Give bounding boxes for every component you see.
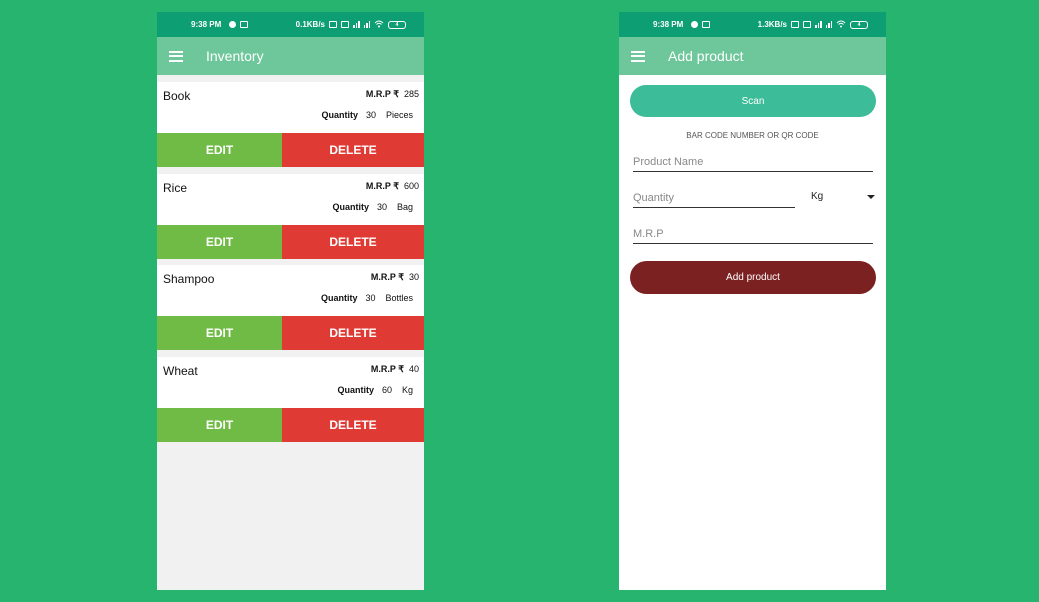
product-name: Rice xyxy=(163,181,188,195)
notification-icon xyxy=(240,21,249,28)
quantity-value: 60 xyxy=(381,385,392,395)
mrp-value: 600 xyxy=(403,181,419,191)
edit-button[interactable]: EDIT xyxy=(157,133,282,167)
quantity-value: 30 xyxy=(365,110,376,120)
product-card-body: Wheat M.R.P ₹ 40 Quantity 60 Kg xyxy=(157,357,424,408)
edit-button[interactable]: EDIT xyxy=(157,225,282,259)
product-mrp: M.R.P ₹ 285 xyxy=(366,89,419,100)
signal-icon-2 xyxy=(363,21,370,28)
product-card: Shampoo M.R.P ₹ 30 Quantity 30 Bottles EDIT… xyxy=(157,265,424,350)
unit-selected-value: Kg xyxy=(811,191,824,202)
product-mrp: M.R.P ₹ 30 xyxy=(371,272,419,283)
product-quantity: Quantity 30 Bag xyxy=(332,202,413,212)
quantity-label: Quantity xyxy=(321,110,358,120)
mrp-value: 285 xyxy=(403,89,419,99)
battery-icon: 4 xyxy=(388,20,406,29)
mrp-value: 40 xyxy=(408,364,419,374)
quantity-value: 30 xyxy=(365,293,376,303)
network-speed: 0.1KB/s xyxy=(295,20,325,29)
mrp-field[interactable]: M.R.P xyxy=(633,228,873,244)
status-bar: 9:38 PM 1.3KB/s 4 xyxy=(619,12,886,37)
add-product-button[interactable]: Add product xyxy=(630,261,876,294)
scan-button[interactable]: Scan xyxy=(630,85,876,117)
page-title: Inventory xyxy=(206,48,264,64)
quantity-label: Quantity xyxy=(337,385,374,395)
mrp-label: M.R.P ₹ xyxy=(370,364,404,374)
app-bar: Inventory xyxy=(157,37,424,75)
product-quantity: Quantity 30 Bottles xyxy=(321,293,413,303)
status-time: 9:38 PM xyxy=(191,20,222,29)
quantity-unit: Kg xyxy=(401,385,413,395)
network-speed: 1.3KB/s xyxy=(757,20,787,29)
delete-button[interactable]: DELETE xyxy=(282,408,424,442)
signal-icon xyxy=(815,21,822,28)
mrp-label: M.R.P ₹ xyxy=(365,181,399,191)
product-name: Book xyxy=(163,89,191,103)
alarm-icon xyxy=(329,21,337,28)
product-name: Wheat xyxy=(163,364,198,378)
mrp-label: M.R.P ₹ xyxy=(370,272,404,282)
product-card: Rice M.R.P ₹ 600 Quantity 30 Bag EDIT DELET… xyxy=(157,174,424,259)
nfc-icon xyxy=(791,21,799,28)
edit-button[interactable]: EDIT xyxy=(157,316,282,350)
nfc-icon xyxy=(341,21,349,28)
wifi-icon xyxy=(836,20,846,30)
signal-icon-2 xyxy=(825,21,832,28)
settings-icon xyxy=(229,21,237,28)
mrp-label: M.R.P ₹ xyxy=(365,89,399,99)
delete-button[interactable]: DELETE xyxy=(282,225,424,259)
nfc-icon-2 xyxy=(803,21,811,28)
product-quantity: Quantity 30 Pieces xyxy=(321,110,413,120)
product-name-field[interactable]: Product Name xyxy=(633,156,873,172)
mrp-value: 30 xyxy=(408,272,419,282)
quantity-label: Quantity xyxy=(332,202,369,212)
add-product-screen: 9:38 PM 1.3KB/s 4 Add product Scan BAR C… xyxy=(619,12,886,590)
hamburger-menu-icon[interactable] xyxy=(631,50,645,62)
product-card-body: Shampoo M.R.P ₹ 30 Quantity 30 Bottles xyxy=(157,265,424,316)
page-title: Add product xyxy=(668,48,744,64)
hamburger-menu-icon[interactable] xyxy=(169,50,183,62)
quantity-label: Quantity xyxy=(320,293,358,303)
product-mrp: M.R.P ₹ 600 xyxy=(366,181,419,192)
inventory-screen: 9:38 PM 0.1KB/s 4 Inventory Book M.R.P ₹… xyxy=(157,12,424,590)
quantity-field[interactable]: Quantity xyxy=(633,192,795,208)
product-card-body: Book M.R.P ₹ 285 Quantity 30 Pieces xyxy=(157,82,424,133)
dropdown-arrow-icon xyxy=(867,195,875,199)
quantity-unit: Bag xyxy=(396,202,413,212)
quantity-unit: Bottles xyxy=(385,293,413,303)
quantity-unit: Pieces xyxy=(385,110,413,120)
app-bar: Add product xyxy=(619,37,886,75)
edit-button[interactable]: EDIT xyxy=(157,408,282,442)
delete-button[interactable]: DELETE xyxy=(282,133,424,167)
barcode-label: BAR CODE NUMBER OR QR CODE xyxy=(686,131,819,140)
product-quantity: Quantity 60 Kg xyxy=(337,385,413,395)
notification-icon xyxy=(702,21,711,28)
product-name: Shampoo xyxy=(163,272,215,286)
signal-icon xyxy=(353,21,360,28)
product-card: Wheat M.R.P ₹ 40 Quantity 60 Kg EDIT DELETE xyxy=(157,357,424,442)
status-bar: 9:38 PM 0.1KB/s 4 xyxy=(157,12,424,37)
battery-icon: 4 xyxy=(850,20,868,29)
delete-button[interactable]: DELETE xyxy=(282,316,424,350)
unit-dropdown[interactable]: Kg xyxy=(811,191,875,202)
quantity-value: 30 xyxy=(376,202,387,212)
product-mrp: M.R.P ₹ 40 xyxy=(371,364,419,375)
product-card-body: Rice M.R.P ₹ 600 Quantity 30 Bag xyxy=(157,174,424,225)
settings-icon xyxy=(691,21,699,28)
product-card: Book M.R.P ₹ 285 Quantity 30 Pieces EDIT DE… xyxy=(157,82,424,167)
status-time: 9:38 PM xyxy=(653,20,684,29)
wifi-icon xyxy=(374,20,384,30)
